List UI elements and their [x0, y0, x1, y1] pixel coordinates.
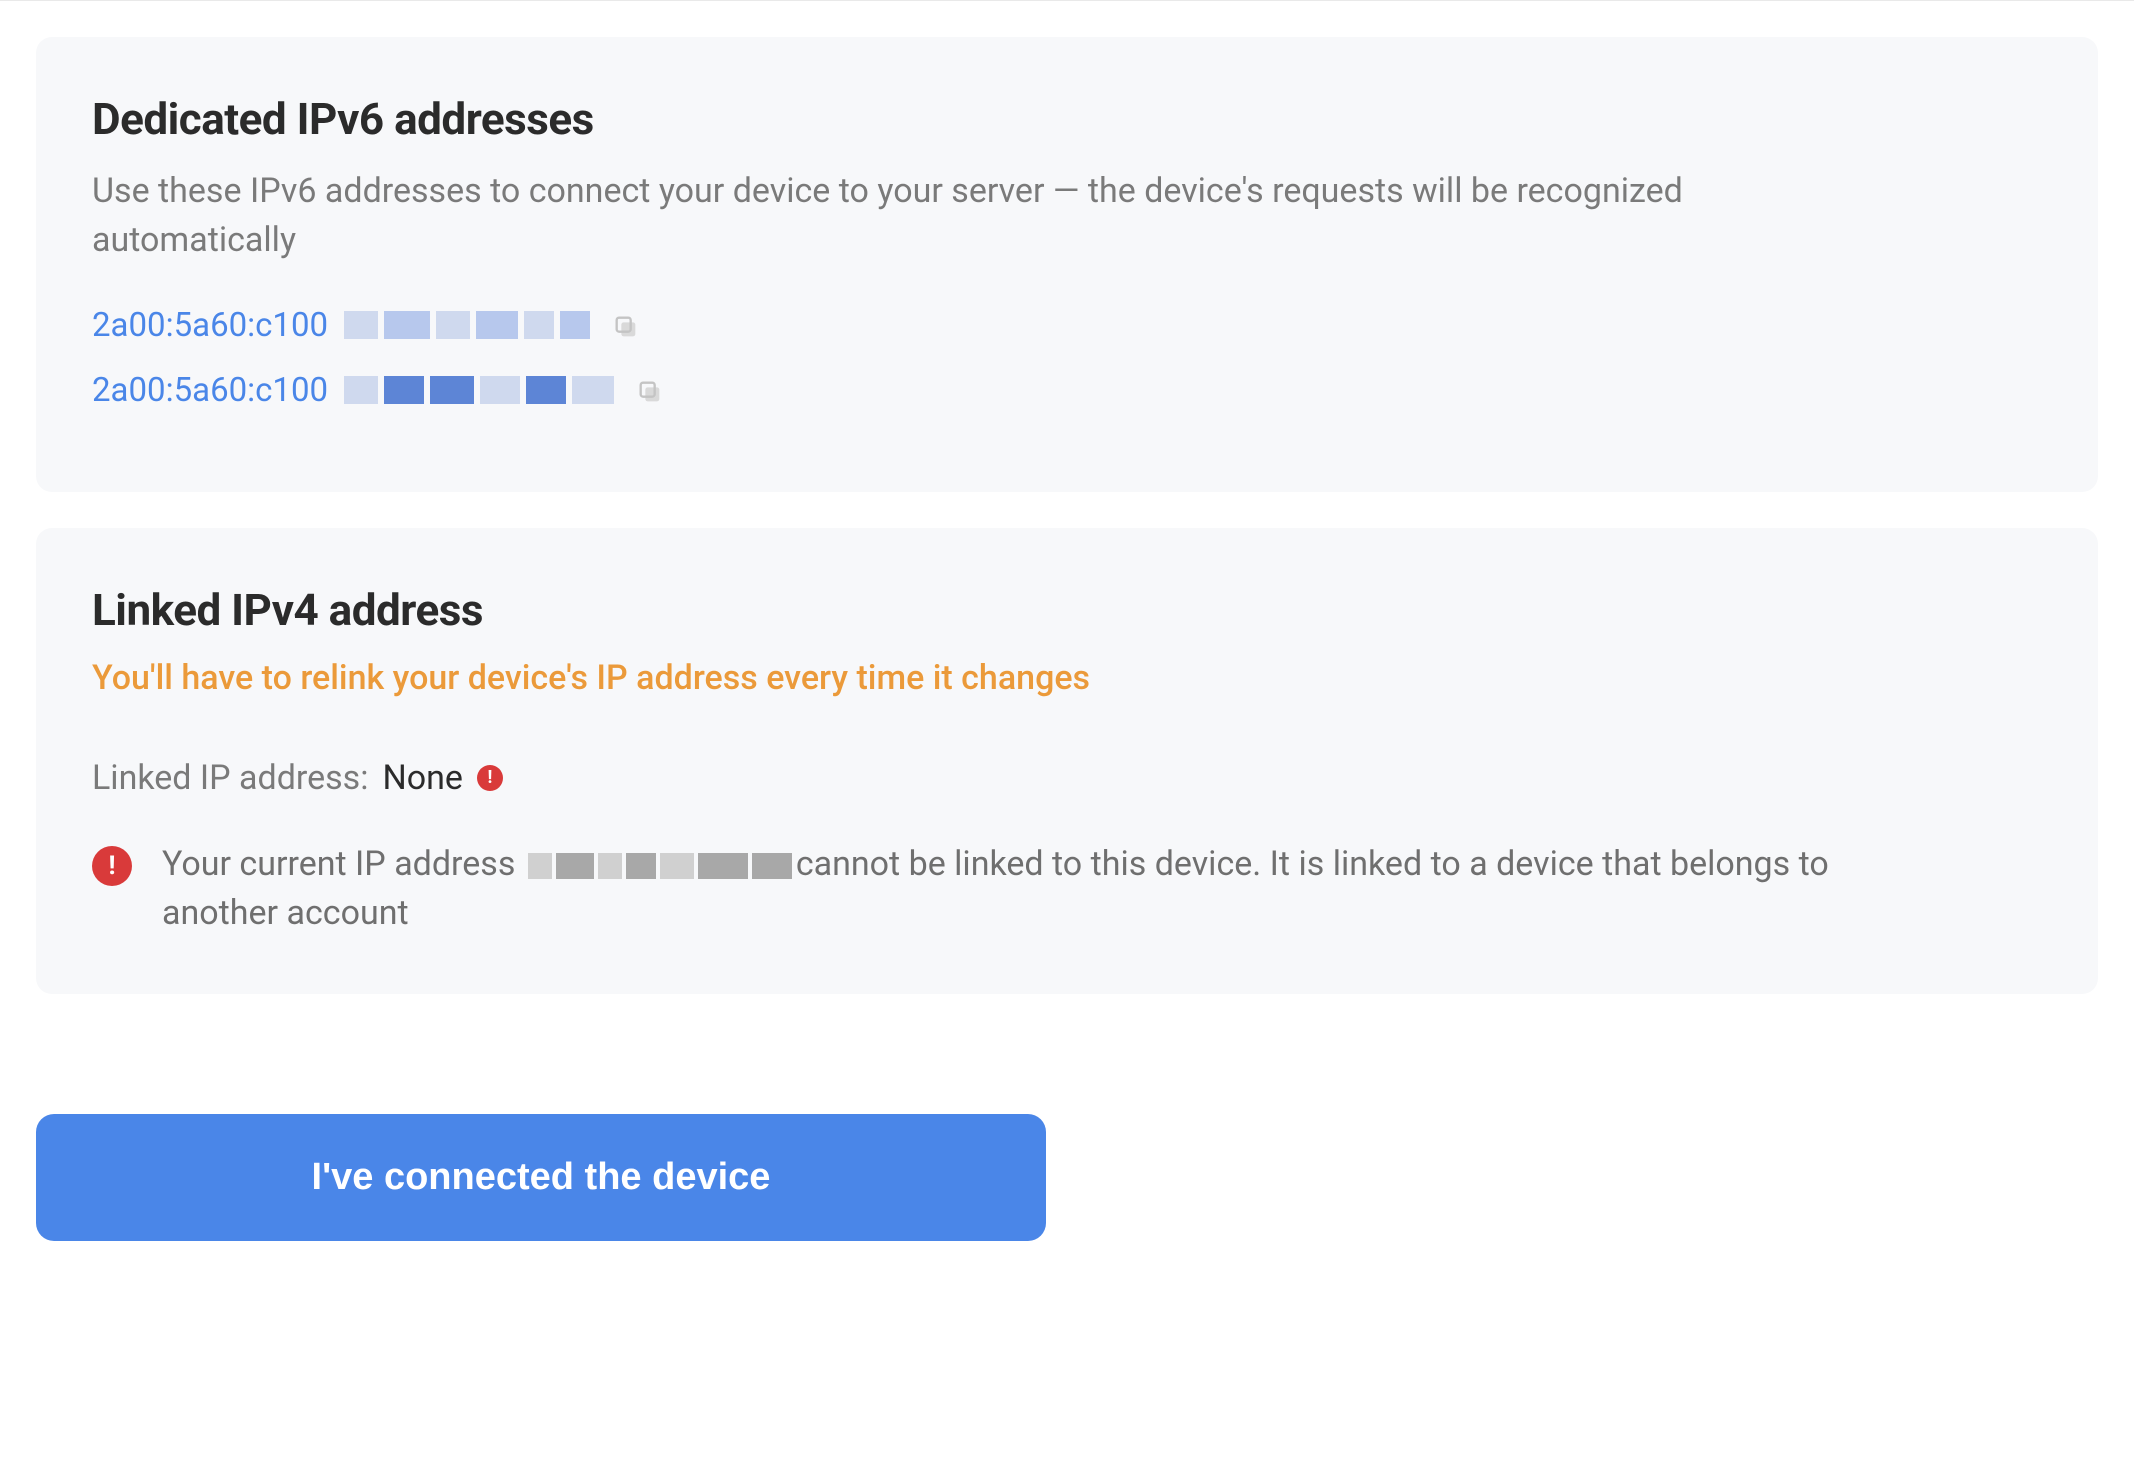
ipv4-warning: You'll have to relink your device's IP a… — [92, 658, 2042, 698]
ipv4-card: Linked IPv4 address You'll have to relin… — [36, 528, 2098, 995]
ipv6-card: Dedicated IPv6 addresses Use these IPv6 … — [36, 37, 2098, 492]
linked-ip-value: None — [382, 758, 462, 798]
connected-device-button[interactable]: I've connected the device — [36, 1114, 1046, 1241]
ip-conflict-alert: ! Your current IP address cannot be link… — [92, 840, 2042, 939]
current-ip-redacted — [528, 853, 792, 879]
alert-icon: ! — [92, 846, 132, 886]
ipv6-address-redacted — [344, 376, 614, 404]
ipv6-address-prefix: 2a00:5a60:c100 — [92, 371, 328, 410]
page-root: Dedicated IPv6 addresses Use these IPv6 … — [0, 0, 2134, 1464]
alert-text-prefix: Your current IP address — [162, 844, 524, 884]
copy-icon[interactable] — [636, 376, 664, 404]
copy-icon[interactable] — [612, 311, 640, 339]
ipv4-title: Linked IPv4 address — [92, 584, 2042, 636]
linked-ip-line: Linked IP address: None ! — [92, 758, 2042, 798]
ipv6-address-redacted — [344, 311, 590, 339]
ipv6-address-row: 2a00:5a60:c100 — [92, 306, 2042, 345]
ipv6-address-row: 2a00:5a60:c100 — [92, 371, 2042, 410]
linked-ip-label: Linked IP address: — [92, 758, 368, 798]
ip-conflict-text: Your current IP address cannot be linked… — [162, 840, 1882, 939]
ipv6-address-prefix: 2a00:5a60:c100 — [92, 306, 328, 345]
ipv6-description: Use these IPv6 addresses to connect your… — [92, 167, 1792, 266]
ipv6-title: Dedicated IPv6 addresses — [92, 93, 2042, 145]
alert-icon: ! — [477, 765, 503, 791]
